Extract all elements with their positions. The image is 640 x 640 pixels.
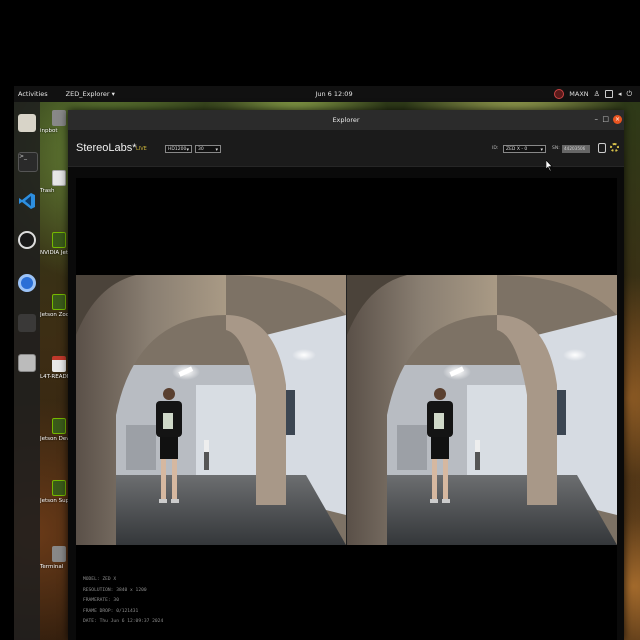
close-button[interactable]: × bbox=[613, 115, 622, 124]
terminal-icon bbox=[52, 546, 66, 562]
power-mode-label[interactable]: MAXN bbox=[569, 90, 588, 98]
zed-explorer-icon[interactable] bbox=[18, 314, 36, 332]
camera-id-label: ID: bbox=[492, 146, 499, 151]
top-panel: Activities ZED_Explorer ▾ Jun 6 12:09 MA… bbox=[14, 86, 640, 102]
mouse-cursor-icon bbox=[546, 160, 553, 171]
serial-number-field: 44203506 bbox=[562, 145, 590, 153]
accessibility-icon[interactable]: ♙ bbox=[594, 90, 600, 98]
maximize-button[interactable]: □ bbox=[602, 115, 609, 124]
app-menu[interactable]: ZED_Explorer ▾ bbox=[66, 90, 115, 98]
clock[interactable]: Jun 6 12:09 bbox=[315, 90, 352, 98]
explorer-window: Explorer – □ × StereoLabs* LIVE HD1200 ▾… bbox=[68, 110, 624, 640]
frame-drop-info: FRAME DROP: 0/121431 bbox=[83, 608, 139, 614]
resolution-info: RESOLUTION: 3840 x 1200 bbox=[83, 587, 147, 593]
framerate-info: FRAMERATE: 30 bbox=[83, 598, 119, 603]
network-icon[interactable] bbox=[604, 90, 613, 98]
terminal-icon[interactable]: >_ bbox=[18, 152, 38, 172]
fps-value: 30 bbox=[198, 147, 204, 152]
system-tray[interactable]: MAXN ♙ ◂ ⏻ bbox=[554, 89, 632, 99]
nvidia-icon bbox=[52, 294, 66, 310]
chromium-icon[interactable] bbox=[18, 274, 36, 292]
settings-icon[interactable] bbox=[610, 143, 619, 152]
folder-icon bbox=[52, 110, 66, 126]
brand-logo: StereoLabs* bbox=[76, 142, 137, 154]
volume-icon[interactable]: ◂ bbox=[618, 90, 622, 98]
serial-number-label: SN: bbox=[552, 146, 560, 151]
resolution-select[interactable]: HD1200 ▾ bbox=[165, 145, 192, 153]
dock: >_ bbox=[14, 102, 40, 640]
app-menu-caret: ▾ bbox=[111, 90, 115, 98]
chevron-down-icon: ▾ bbox=[186, 147, 189, 153]
activities-button[interactable]: Activities bbox=[18, 90, 48, 98]
camera-id-value: ZED X - 0 bbox=[506, 147, 528, 152]
obs-icon[interactable] bbox=[18, 231, 36, 249]
app-menu-label: ZED_Explorer bbox=[65, 90, 110, 98]
record-icon[interactable] bbox=[598, 143, 606, 153]
vscode-icon[interactable] bbox=[18, 192, 36, 210]
pdf-icon bbox=[52, 356, 66, 372]
model-info: MODEL: ZED X bbox=[83, 577, 117, 582]
fps-select[interactable]: 30 ▾ bbox=[195, 145, 221, 153]
resolution-value: HD1200 bbox=[168, 147, 187, 152]
power-icon[interactable]: ⏻ bbox=[626, 90, 632, 99]
files-icon[interactable] bbox=[18, 114, 36, 132]
drive-icon[interactable] bbox=[18, 354, 36, 372]
window-title: Explorer bbox=[332, 116, 360, 124]
chevron-down-icon: ▾ bbox=[215, 147, 218, 153]
nvidia-icon bbox=[52, 480, 66, 496]
nvidia-icon bbox=[52, 418, 66, 434]
live-badge: LIVE bbox=[136, 146, 147, 152]
camera-id-select[interactable]: ZED X - 0 ▾ bbox=[503, 145, 546, 153]
date-info: DATE: Thu Jun 6 12:09:37 2024 bbox=[83, 619, 164, 624]
stereo-image bbox=[76, 275, 617, 545]
window-titlebar[interactable]: Explorer – □ × bbox=[68, 110, 624, 130]
nvidia-icon bbox=[52, 232, 66, 248]
camera-info-panel: MODEL: ZED X RESOLUTION: 3840 x 1200 FRA… bbox=[83, 575, 163, 628]
minimize-button[interactable]: – bbox=[595, 115, 599, 124]
camera-viewer[interactable]: MODEL: ZED X RESOLUTION: 3840 x 1200 FRA… bbox=[76, 178, 617, 640]
explorer-toolbar: StereoLabs* LIVE HD1200 ▾ 30 ▾ ID: ZED X… bbox=[68, 130, 624, 167]
chevron-down-icon: ▾ bbox=[540, 147, 543, 153]
trash-icon bbox=[52, 170, 66, 186]
nvidia-icon[interactable] bbox=[554, 89, 565, 99]
stereo-video-feed bbox=[76, 275, 617, 545]
